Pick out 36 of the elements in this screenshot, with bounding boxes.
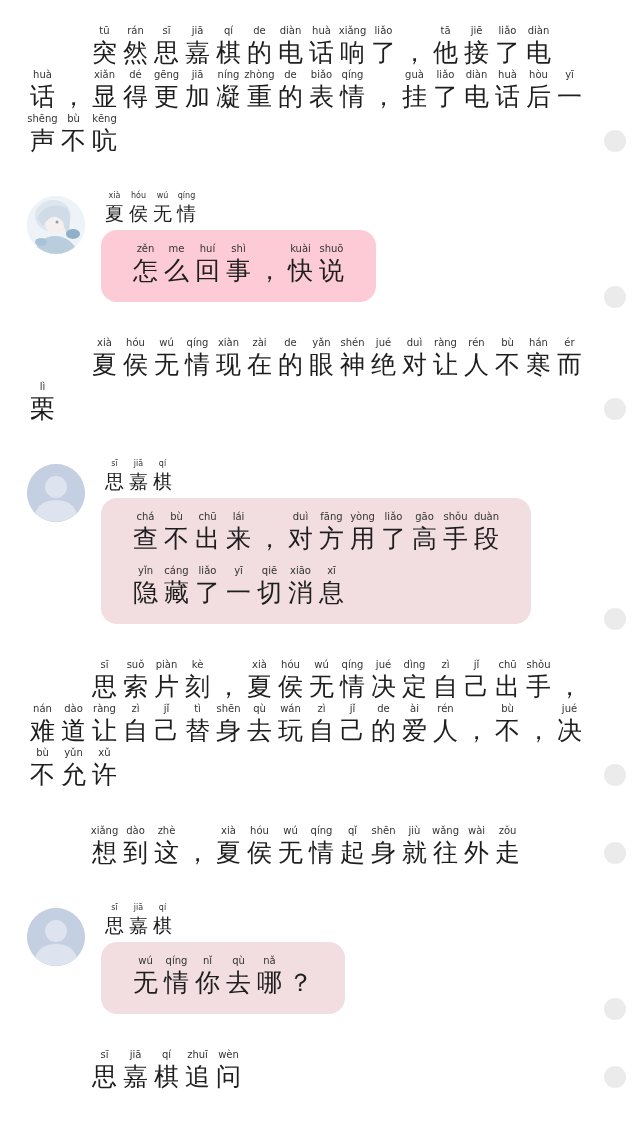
narration-text: 栗 bbox=[30, 393, 61, 424]
narration-text: 话，显得更加凝重的表情，挂了电话后一 bbox=[30, 81, 588, 112]
pinyin-line: wú qíng nǐ qù nǎ bbox=[137, 954, 277, 967]
narration-text: 夏侯无情现在的眼神绝对让人不寒而 bbox=[92, 349, 588, 380]
avatar-icon bbox=[27, 464, 85, 522]
narration-text: 突然思嘉棋的电话响了，他接了电 bbox=[92, 37, 557, 68]
pinyin-line: sī jiā qí bbox=[110, 902, 168, 913]
pinyin-line: shēng bù kēng bbox=[27, 112, 118, 125]
message-text: 无情你去哪？ bbox=[133, 967, 319, 998]
speaker-name: 思嘉棋 bbox=[105, 469, 177, 494]
pinyin-line: yǐn cáng liǎo yī qiē xiāo xī bbox=[136, 564, 337, 577]
narration-text: 难道让自己替身去玩自己的爱人，不，决 bbox=[30, 715, 588, 746]
narration-text: 不允许 bbox=[30, 759, 123, 790]
pinyin-line: chá bù chū lái duì fāng yòng liǎo gāo shǒu duàn bbox=[135, 510, 501, 523]
pinyin-line: lì bbox=[38, 380, 47, 393]
avatar-icon bbox=[27, 908, 85, 966]
message-text: 查不出来，对方用了高手段 bbox=[133, 523, 505, 554]
pinyin-line: xià hóu wú qíng xiàn zài de yǎn shén jué duì ràng rén bù hán ér bbox=[96, 336, 576, 349]
message-text: 隐藏了一切消息 bbox=[133, 577, 350, 608]
pinyin-line: sī jiā qí zhuī wèn bbox=[99, 1048, 240, 1061]
pinyin-line: xiǎng dào zhè xià hóu wú qíng qǐ shēn jiù wǎng wài zǒu bbox=[89, 824, 518, 837]
pinyin-line: sī suǒ piàn kè xià hóu wú qíng jué dìng zì jǐ chū shǒu bbox=[99, 658, 552, 671]
pinyin-line: tū rán sī jiā qí de diàn huà xiǎng liǎo tā jiē liǎo diàn bbox=[98, 24, 551, 37]
speaker-name: 夏侯无情 bbox=[105, 201, 201, 226]
pinyin-line: xià hóu wú qíng bbox=[107, 190, 197, 201]
pinyin-line: nán dào ràng zì jǐ tì shēn qù wán zì jǐ de ài rén bù jué bbox=[32, 702, 579, 715]
narration-text: 声不吭 bbox=[30, 125, 123, 156]
pinyin-line: sī jiā qí bbox=[110, 458, 168, 469]
pinyin-line: bù yǔn xǔ bbox=[35, 746, 112, 759]
speaker-name: 思嘉棋 bbox=[105, 913, 177, 938]
narration-text: 想到这，夏侯无情起身就往外走 bbox=[92, 837, 526, 868]
pinyin-line: huà xiǎn dé gēng jiā níng zhòng de biǎo qíng guà liǎo diàn huà hòu yī bbox=[32, 68, 575, 81]
narration-text: 思索片刻，夏侯无情决定自己出手， bbox=[92, 671, 588, 702]
narration-text: 思嘉棋追问 bbox=[92, 1061, 247, 1092]
pinyin-line: zěn me huí shì kuài shuō bbox=[135, 242, 345, 255]
message-text: 怎么回事，快说 bbox=[133, 255, 350, 286]
